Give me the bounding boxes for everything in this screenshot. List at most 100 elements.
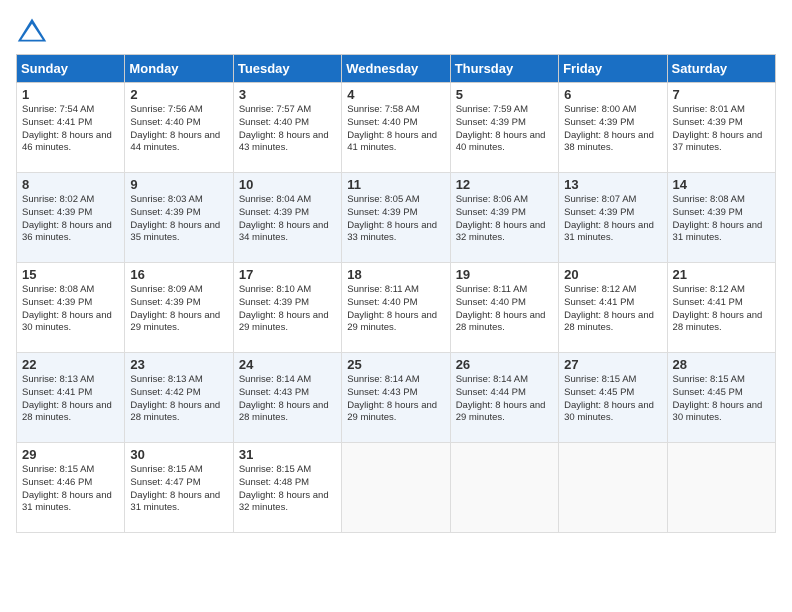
col-header-thursday: Thursday	[450, 55, 558, 83]
day-number: 14	[673, 177, 770, 192]
day-number: 22	[22, 357, 119, 372]
calendar-week-1: 1 Sunrise: 7:54 AMSunset: 4:41 PMDayligh…	[17, 83, 776, 173]
calendar-cell: 16 Sunrise: 8:09 AMSunset: 4:39 PMDaylig…	[125, 263, 233, 353]
cell-info: Sunrise: 8:02 AMSunset: 4:39 PMDaylight:…	[22, 194, 119, 245]
day-number: 17	[239, 267, 336, 282]
cell-info: Sunrise: 8:15 AMSunset: 4:45 PMDaylight:…	[564, 374, 661, 425]
calendar-cell: 29 Sunrise: 8:15 AMSunset: 4:46 PMDaylig…	[17, 443, 125, 533]
calendar-cell	[450, 443, 558, 533]
calendar-cell: 15 Sunrise: 8:08 AMSunset: 4:39 PMDaylig…	[17, 263, 125, 353]
col-header-friday: Friday	[559, 55, 667, 83]
cell-info: Sunrise: 8:14 AMSunset: 4:44 PMDaylight:…	[456, 374, 553, 425]
calendar-cell	[342, 443, 450, 533]
day-number: 12	[456, 177, 553, 192]
page-header	[16, 16, 776, 44]
day-number: 16	[130, 267, 227, 282]
day-number: 9	[130, 177, 227, 192]
day-number: 4	[347, 87, 444, 102]
col-header-tuesday: Tuesday	[233, 55, 341, 83]
cell-info: Sunrise: 8:08 AMSunset: 4:39 PMDaylight:…	[673, 194, 770, 245]
logo	[16, 16, 52, 44]
cell-info: Sunrise: 8:10 AMSunset: 4:39 PMDaylight:…	[239, 284, 336, 335]
calendar-cell: 1 Sunrise: 7:54 AMSunset: 4:41 PMDayligh…	[17, 83, 125, 173]
cell-info: Sunrise: 7:56 AMSunset: 4:40 PMDaylight:…	[130, 104, 227, 155]
day-number: 19	[456, 267, 553, 282]
day-number: 29	[22, 447, 119, 462]
calendar-cell: 30 Sunrise: 8:15 AMSunset: 4:47 PMDaylig…	[125, 443, 233, 533]
day-number: 2	[130, 87, 227, 102]
day-number: 13	[564, 177, 661, 192]
cell-info: Sunrise: 8:14 AMSunset: 4:43 PMDaylight:…	[347, 374, 444, 425]
calendar-cell: 20 Sunrise: 8:12 AMSunset: 4:41 PMDaylig…	[559, 263, 667, 353]
calendar-cell: 6 Sunrise: 8:00 AMSunset: 4:39 PMDayligh…	[559, 83, 667, 173]
cell-info: Sunrise: 8:12 AMSunset: 4:41 PMDaylight:…	[673, 284, 770, 335]
calendar-cell	[559, 443, 667, 533]
cell-info: Sunrise: 8:01 AMSunset: 4:39 PMDaylight:…	[673, 104, 770, 155]
calendar-cell: 9 Sunrise: 8:03 AMSunset: 4:39 PMDayligh…	[125, 173, 233, 263]
calendar-cell: 14 Sunrise: 8:08 AMSunset: 4:39 PMDaylig…	[667, 173, 775, 263]
cell-info: Sunrise: 8:00 AMSunset: 4:39 PMDaylight:…	[564, 104, 661, 155]
cell-info: Sunrise: 8:15 AMSunset: 4:46 PMDaylight:…	[22, 464, 119, 515]
logo-icon	[16, 16, 48, 44]
cell-info: Sunrise: 8:12 AMSunset: 4:41 PMDaylight:…	[564, 284, 661, 335]
calendar-week-4: 22 Sunrise: 8:13 AMSunset: 4:41 PMDaylig…	[17, 353, 776, 443]
calendar-cell: 5 Sunrise: 7:59 AMSunset: 4:39 PMDayligh…	[450, 83, 558, 173]
day-number: 31	[239, 447, 336, 462]
cell-info: Sunrise: 7:57 AMSunset: 4:40 PMDaylight:…	[239, 104, 336, 155]
day-number: 15	[22, 267, 119, 282]
cell-info: Sunrise: 7:58 AMSunset: 4:40 PMDaylight:…	[347, 104, 444, 155]
day-number: 11	[347, 177, 444, 192]
calendar-cell: 25 Sunrise: 8:14 AMSunset: 4:43 PMDaylig…	[342, 353, 450, 443]
day-number: 18	[347, 267, 444, 282]
cell-info: Sunrise: 8:11 AMSunset: 4:40 PMDaylight:…	[347, 284, 444, 335]
cell-info: Sunrise: 8:03 AMSunset: 4:39 PMDaylight:…	[130, 194, 227, 245]
calendar-cell: 11 Sunrise: 8:05 AMSunset: 4:39 PMDaylig…	[342, 173, 450, 263]
calendar-cell: 21 Sunrise: 8:12 AMSunset: 4:41 PMDaylig…	[667, 263, 775, 353]
calendar-cell: 7 Sunrise: 8:01 AMSunset: 4:39 PMDayligh…	[667, 83, 775, 173]
col-header-saturday: Saturday	[667, 55, 775, 83]
col-header-monday: Monday	[125, 55, 233, 83]
day-number: 30	[130, 447, 227, 462]
calendar-cell: 24 Sunrise: 8:14 AMSunset: 4:43 PMDaylig…	[233, 353, 341, 443]
cell-info: Sunrise: 8:08 AMSunset: 4:39 PMDaylight:…	[22, 284, 119, 335]
calendar-cell	[667, 443, 775, 533]
cell-info: Sunrise: 8:13 AMSunset: 4:41 PMDaylight:…	[22, 374, 119, 425]
cell-info: Sunrise: 8:15 AMSunset: 4:45 PMDaylight:…	[673, 374, 770, 425]
day-number: 20	[564, 267, 661, 282]
cell-info: Sunrise: 8:04 AMSunset: 4:39 PMDaylight:…	[239, 194, 336, 245]
day-number: 23	[130, 357, 227, 372]
col-header-wednesday: Wednesday	[342, 55, 450, 83]
cell-info: Sunrise: 8:15 AMSunset: 4:48 PMDaylight:…	[239, 464, 336, 515]
calendar-table: SundayMondayTuesdayWednesdayThursdayFrid…	[16, 54, 776, 533]
day-number: 28	[673, 357, 770, 372]
day-number: 1	[22, 87, 119, 102]
cell-info: Sunrise: 8:05 AMSunset: 4:39 PMDaylight:…	[347, 194, 444, 245]
day-number: 25	[347, 357, 444, 372]
cell-info: Sunrise: 8:15 AMSunset: 4:47 PMDaylight:…	[130, 464, 227, 515]
cell-info: Sunrise: 8:07 AMSunset: 4:39 PMDaylight:…	[564, 194, 661, 245]
day-number: 3	[239, 87, 336, 102]
calendar-cell: 3 Sunrise: 7:57 AMSunset: 4:40 PMDayligh…	[233, 83, 341, 173]
calendar-cell: 18 Sunrise: 8:11 AMSunset: 4:40 PMDaylig…	[342, 263, 450, 353]
col-header-sunday: Sunday	[17, 55, 125, 83]
day-number: 27	[564, 357, 661, 372]
calendar-cell: 2 Sunrise: 7:56 AMSunset: 4:40 PMDayligh…	[125, 83, 233, 173]
calendar-cell: 22 Sunrise: 8:13 AMSunset: 4:41 PMDaylig…	[17, 353, 125, 443]
cell-info: Sunrise: 7:54 AMSunset: 4:41 PMDaylight:…	[22, 104, 119, 155]
cell-info: Sunrise: 8:11 AMSunset: 4:40 PMDaylight:…	[456, 284, 553, 335]
cell-info: Sunrise: 8:14 AMSunset: 4:43 PMDaylight:…	[239, 374, 336, 425]
calendar-cell: 27 Sunrise: 8:15 AMSunset: 4:45 PMDaylig…	[559, 353, 667, 443]
day-number: 26	[456, 357, 553, 372]
calendar-cell: 31 Sunrise: 8:15 AMSunset: 4:48 PMDaylig…	[233, 443, 341, 533]
cell-info: Sunrise: 8:13 AMSunset: 4:42 PMDaylight:…	[130, 374, 227, 425]
calendar-cell: 23 Sunrise: 8:13 AMSunset: 4:42 PMDaylig…	[125, 353, 233, 443]
calendar-cell: 19 Sunrise: 8:11 AMSunset: 4:40 PMDaylig…	[450, 263, 558, 353]
calendar-cell: 28 Sunrise: 8:15 AMSunset: 4:45 PMDaylig…	[667, 353, 775, 443]
calendar-cell: 12 Sunrise: 8:06 AMSunset: 4:39 PMDaylig…	[450, 173, 558, 263]
calendar-cell: 4 Sunrise: 7:58 AMSunset: 4:40 PMDayligh…	[342, 83, 450, 173]
calendar-cell: 13 Sunrise: 8:07 AMSunset: 4:39 PMDaylig…	[559, 173, 667, 263]
day-number: 5	[456, 87, 553, 102]
cell-info: Sunrise: 8:09 AMSunset: 4:39 PMDaylight:…	[130, 284, 227, 335]
calendar-week-3: 15 Sunrise: 8:08 AMSunset: 4:39 PMDaylig…	[17, 263, 776, 353]
calendar-cell: 26 Sunrise: 8:14 AMSunset: 4:44 PMDaylig…	[450, 353, 558, 443]
